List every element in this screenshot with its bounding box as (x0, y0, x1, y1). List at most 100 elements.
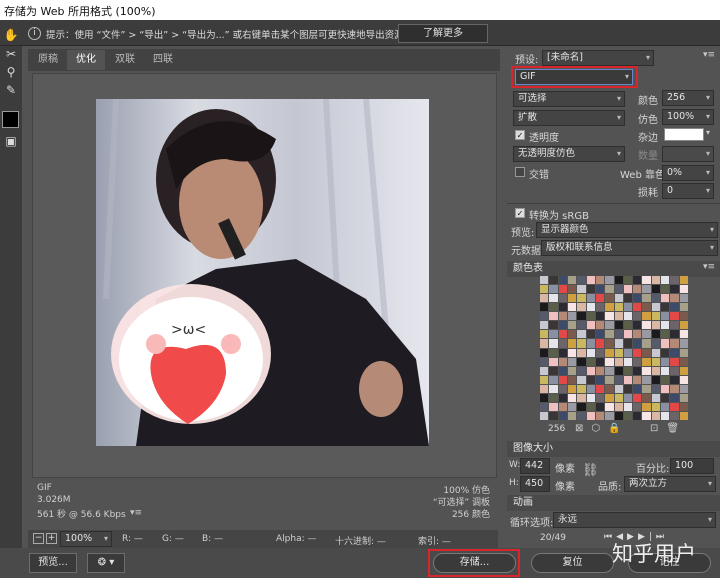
loop-select[interactable]: 永远 ▾ (553, 512, 716, 528)
transparency-checkbox[interactable]: ✓ (515, 130, 525, 140)
palette-swatch[interactable] (549, 366, 558, 375)
palette-swatch[interactable] (633, 402, 642, 411)
palette-swatch[interactable] (586, 303, 595, 312)
palette-swatch[interactable] (633, 348, 642, 357)
preview-image[interactable]: >ω< (96, 99, 429, 446)
palette-swatch[interactable] (577, 384, 586, 393)
palette-swatch[interactable] (549, 402, 558, 411)
interlaced-checkbox[interactable] (515, 167, 525, 177)
palette-swatch[interactable] (567, 402, 577, 411)
palette-swatch[interactable] (670, 312, 679, 321)
palette-swatch[interactable] (605, 330, 614, 339)
palette-swatch[interactable] (651, 321, 661, 330)
palette-swatch[interactable] (614, 330, 623, 339)
colors-select[interactable]: 256 ▾ (662, 90, 714, 106)
palette-swatch[interactable] (549, 330, 558, 339)
palette-swatch[interactable] (623, 330, 633, 339)
reduction-select[interactable]: 可选择 ▾ (513, 91, 625, 107)
palette-swatch[interactable] (623, 393, 633, 402)
palette-swatch[interactable] (567, 294, 577, 303)
palette-swatch[interactable] (605, 366, 614, 375)
palette-swatch[interactable] (567, 321, 577, 330)
palette-swatch[interactable] (605, 357, 614, 366)
palette-swatch[interactable] (567, 348, 577, 357)
palette-swatch[interactable] (679, 348, 688, 357)
palette-swatch[interactable] (642, 294, 651, 303)
palette-swatch[interactable] (670, 285, 679, 294)
palette-swatch[interactable] (623, 276, 633, 285)
palette-swatch[interactable] (614, 384, 623, 393)
save-button[interactable]: 存储... (433, 553, 516, 573)
palette-swatch[interactable] (670, 303, 679, 312)
palette-swatch[interactable] (558, 294, 567, 303)
palette-swatch[interactable] (540, 348, 549, 357)
lock-color-icon[interactable]: 🔒 (608, 423, 628, 434)
palette-swatch[interactable] (661, 411, 670, 420)
palette-swatch[interactable] (661, 312, 670, 321)
palette-swatch[interactable] (595, 276, 605, 285)
palette-swatch[interactable] (558, 303, 567, 312)
palette-swatch[interactable] (679, 357, 688, 366)
palette-swatch[interactable] (586, 393, 595, 402)
palette-swatch[interactable] (549, 303, 558, 312)
palette-swatch[interactable] (558, 366, 567, 375)
palette-swatch[interactable] (633, 285, 642, 294)
palette-swatch[interactable] (595, 366, 605, 375)
palette-swatch[interactable] (586, 294, 595, 303)
palette-swatch[interactable] (577, 303, 586, 312)
palette-swatch[interactable] (614, 285, 623, 294)
palette-swatch[interactable] (540, 357, 549, 366)
preview-button[interactable]: 预览... (29, 553, 77, 573)
palette-swatch[interactable] (567, 366, 577, 375)
palette-swatch[interactable] (586, 402, 595, 411)
palette-swatch[interactable] (595, 294, 605, 303)
eyedropper-color-swatch[interactable] (2, 111, 19, 128)
palette-swatch[interactable] (670, 348, 679, 357)
metadata-select[interactable]: 版权和联系信息 ▾ (541, 240, 718, 256)
palette-swatch[interactable] (605, 384, 614, 393)
palette-swatch[interactable] (614, 303, 623, 312)
palette-swatch[interactable] (623, 312, 633, 321)
palette-swatch[interactable] (540, 366, 549, 375)
palette-swatch[interactable] (633, 411, 642, 420)
palette-swatch[interactable] (577, 411, 586, 420)
palette-swatch[interactable] (633, 330, 642, 339)
palette-swatch[interactable] (567, 285, 577, 294)
palette-swatch[interactable] (642, 411, 651, 420)
color-table-menu-icon[interactable]: ▾≡ (703, 262, 715, 272)
tab-optimized[interactable]: 优化 (67, 50, 105, 70)
height-input[interactable]: 450 (520, 476, 550, 492)
palette-swatch[interactable] (567, 384, 577, 393)
palette-swatch[interactable] (605, 411, 614, 420)
percent-input[interactable]: 100 (670, 458, 714, 474)
palette-swatch[interactable] (623, 294, 633, 303)
palette-swatch[interactable] (651, 411, 661, 420)
palette-swatch[interactable] (679, 402, 688, 411)
palette-swatch[interactable] (605, 339, 614, 348)
palette-swatch[interactable] (651, 303, 661, 312)
palette-swatch[interactable] (614, 321, 623, 330)
palette-swatch[interactable] (661, 321, 670, 330)
palette-swatch[interactable] (679, 312, 688, 321)
tab-2up[interactable]: 双联 (107, 50, 143, 70)
palette-swatch[interactable] (586, 330, 595, 339)
palette-swatch[interactable] (605, 348, 614, 357)
palette-swatch[interactable] (586, 366, 595, 375)
palette-swatch[interactable] (595, 339, 605, 348)
palette-swatch[interactable] (586, 312, 595, 321)
palette-swatch[interactable] (651, 384, 661, 393)
dither-method-select[interactable]: 扩散 ▾ (513, 110, 625, 126)
delete-color-icon[interactable]: 🗑 (666, 423, 687, 434)
dither-select[interactable]: 100% ▾ (662, 109, 714, 125)
palette-swatch[interactable] (595, 384, 605, 393)
new-color-icon[interactable]: ⊡ (650, 423, 666, 434)
palette-swatch[interactable] (614, 312, 623, 321)
zoom-tool-icon[interactable]: ⚲ (3, 64, 19, 80)
palette-swatch[interactable] (540, 402, 549, 411)
palette-swatch[interactable] (540, 303, 549, 312)
palette-swatch[interactable] (661, 339, 670, 348)
palette-swatch[interactable] (577, 285, 586, 294)
palette-swatch[interactable] (605, 375, 614, 384)
palette-swatch[interactable] (633, 312, 642, 321)
palette-swatch[interactable] (549, 348, 558, 357)
